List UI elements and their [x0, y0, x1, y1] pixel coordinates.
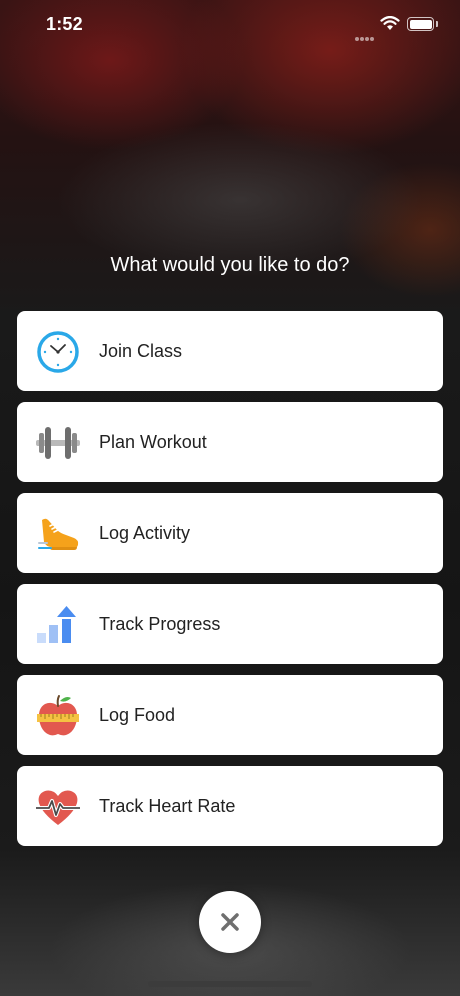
- log-food-label: Log Food: [99, 705, 176, 725]
- track-progress-button[interactable]: Track Progress: [17, 584, 443, 664]
- sneaker-icon: [36, 512, 80, 556]
- cellular-signal-icon: [355, 28, 375, 46]
- status-bar: 1:52: [0, 0, 460, 50]
- dumbbell-icon: [36, 421, 80, 465]
- progress-chart-icon: [36, 603, 80, 647]
- log-activity-button[interactable]: Log Activity: [17, 493, 443, 573]
- track-progress-label: Track Progress: [99, 614, 221, 634]
- log-activity-label: Log Activity: [99, 523, 191, 543]
- track-heart-rate-button[interactable]: Track Heart Rate: [17, 766, 443, 846]
- plan-workout-label: Plan Workout: [99, 432, 207, 452]
- apple-icon: [36, 694, 80, 738]
- heart-rate-icon: [34, 785, 82, 829]
- log-food-button[interactable]: Log Food: [17, 675, 443, 755]
- plan-workout-button[interactable]: Plan Workout: [17, 402, 443, 482]
- close-icon: [221, 913, 239, 931]
- join-class-button[interactable]: Join Class: [17, 311, 443, 391]
- battery-icon: [407, 17, 438, 31]
- join-class-label: Join Class: [99, 341, 183, 361]
- action-menu: Join Class Plan Workout Log Activity Tra…: [17, 311, 443, 857]
- wifi-icon: [380, 15, 400, 36]
- home-indicator: [148, 981, 312, 987]
- prompt-title: What would you like to do?: [110, 254, 350, 276]
- status-time: 1:52: [46, 14, 83, 34]
- close-button[interactable]: [199, 891, 261, 953]
- track-heart-rate-label: Track Heart Rate: [99, 796, 236, 816]
- clock-icon: [36, 330, 80, 374]
